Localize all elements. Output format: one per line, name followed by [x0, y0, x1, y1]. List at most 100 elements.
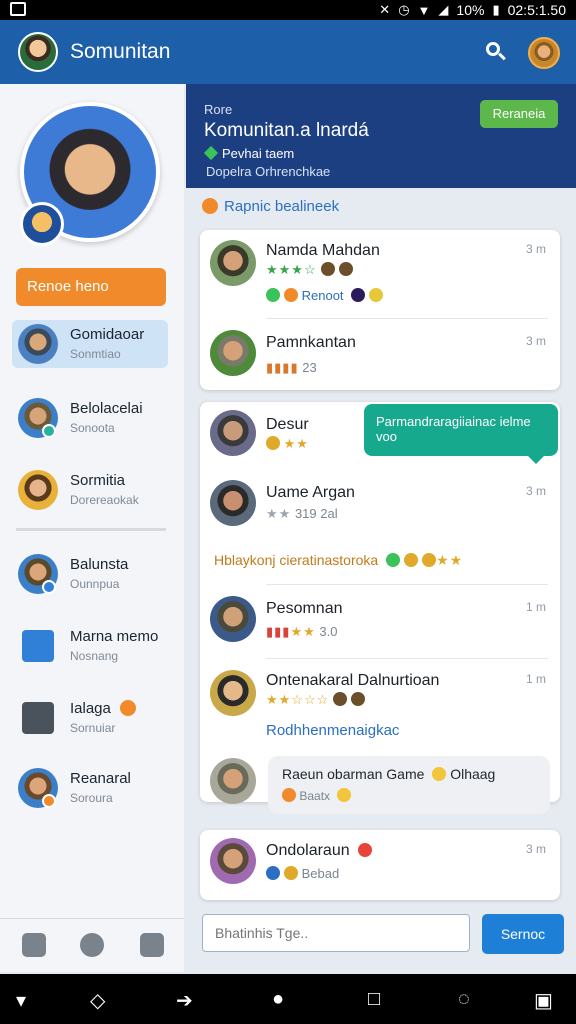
emoji-icon	[404, 553, 419, 567]
facebook-icon	[266, 866, 280, 880]
app-title: Somunitan	[70, 40, 171, 63]
sidebar-item-3[interactable]: Sormitia Dorereaokak	[12, 466, 168, 514]
message-bubble: Parmandraragiiainac ielme voo	[364, 404, 558, 464]
post-author: Pamnkantan	[266, 334, 356, 351]
header-eyebrow: Rore	[204, 102, 233, 117]
rating-stars-icon: ★★	[283, 436, 309, 451]
sidebar-item-sub: Dorereaokak	[70, 493, 139, 507]
emoji-icon	[320, 262, 335, 276]
sidebar-item-6[interactable]: Ialaga Sornuiar	[12, 694, 168, 742]
sidebar-item-2[interactable]: Belolacelai Sonoota	[12, 394, 168, 442]
app-avatar[interactable]	[18, 32, 58, 72]
sidebar-item-label: Balunsta	[70, 556, 129, 573]
sidebar-bottom-bar	[0, 918, 184, 972]
post-author: Pesomnan	[266, 600, 343, 617]
profile-badge-icon	[20, 202, 64, 246]
send-button[interactable]: Sernoc	[482, 914, 564, 954]
notification-badge-icon	[120, 700, 136, 716]
navigate-icon[interactable]: ◇	[90, 988, 105, 1013]
info-icon	[202, 198, 218, 214]
search-icon[interactable]	[484, 40, 508, 64]
sidebar-item-sub: Soroura	[70, 791, 113, 805]
rating-stars-icon: ★★	[266, 506, 292, 521]
recents-icon[interactable]: □	[368, 988, 380, 1011]
post-time: 3 m	[525, 842, 546, 856]
emoji-icon	[282, 788, 296, 802]
post-author: Desur	[266, 416, 309, 433]
post-author: Namda Mahdan	[266, 242, 380, 259]
emoji-icon	[358, 843, 373, 857]
sidebar-item-label: Sormitia	[70, 472, 126, 489]
app-bar: Somunitan	[0, 20, 576, 84]
image-icon	[10, 2, 26, 16]
composer: Sernoc	[186, 904, 576, 968]
home-tab-icon[interactable]	[22, 933, 46, 957]
message-input[interactable]	[202, 914, 470, 952]
post-meta: 319 2al	[294, 506, 338, 521]
chevron-down-icon[interactable]: ▾	[16, 988, 26, 1013]
emoji-icon	[338, 262, 353, 276]
signal-icon: ◢	[438, 2, 449, 17]
post-time: 3 m	[525, 334, 546, 348]
feed-card: Ondolaraun 3 m Bebad	[200, 830, 560, 900]
sidebar-cta-button[interactable]: Renoe heno	[16, 268, 166, 306]
avatar	[210, 670, 256, 716]
avatar	[210, 480, 256, 526]
post-author: Ontenakaral Dalnurtioan	[266, 672, 440, 689]
sidebar: Renoe heno Gomidaoar Sonmtiao Belolacela…	[0, 84, 184, 972]
sidebar-item-4[interactable]: Balunsta Ounnpua	[12, 550, 168, 598]
screenshot-icon[interactable]: ▣	[534, 988, 553, 1013]
sidebar-item-label: Gomidaoar	[70, 326, 145, 343]
post-time: 3 m	[525, 242, 546, 256]
user-avatar[interactable]	[528, 37, 560, 69]
follow-button[interactable]: Reraneia	[480, 100, 558, 128]
emoji-icon	[337, 788, 352, 802]
forward-icon[interactable]: ➔	[176, 988, 193, 1013]
post-author: Ondolaraun	[266, 842, 350, 859]
power-tab-icon[interactable]	[80, 933, 104, 957]
online-badge-icon	[42, 424, 56, 438]
sidebar-item-5[interactable]: Marna memo Nosnang	[12, 622, 168, 670]
inline-banner: Hblaykonj cieratinastoroka	[214, 552, 379, 568]
shield-icon	[22, 702, 54, 734]
sidebar-item-1[interactable]: Gomidaoar Sonmtiao	[12, 320, 168, 368]
inbox-tab-icon[interactable]	[140, 933, 164, 957]
assistant-icon[interactable]: ◌	[458, 988, 470, 1011]
post-link[interactable]: Rodhhenmenaigkac	[266, 722, 399, 739]
badge-icon	[266, 288, 280, 302]
check-icon	[369, 288, 384, 302]
emoji-icon	[432, 767, 447, 781]
gem-icon	[203, 145, 219, 161]
community-header: Rore Komunitan.a lnardá Pevhai taem Dope…	[186, 84, 576, 188]
rating-stars-icon: ★★☆☆☆	[266, 692, 330, 707]
sidebar-item-sub: Sonoota	[70, 421, 115, 435]
header-line-2: Dopelra Orhrenchkae	[206, 164, 331, 179]
sidebar-item-sub: Ounnpua	[70, 577, 120, 591]
header-line-1: Pevhai taem	[222, 146, 295, 161]
home-icon	[22, 630, 54, 662]
post-time: 3 m	[525, 484, 546, 498]
status-bar: ✕ ◷ ▼ ◢ 10% ▮ 02:5:1.50	[0, 0, 576, 20]
sidebar-item-label: Marna memo	[70, 628, 159, 645]
home-circle-icon[interactable]: ●	[272, 988, 284, 1011]
avatar	[210, 758, 256, 804]
rank-icon: ▮▮▮	[266, 624, 291, 639]
quoted-post[interactable]: Raeun obarman Game Olhaag Baatx	[268, 756, 550, 814]
post-meta: Bebad	[301, 866, 340, 881]
sidebar-item-label: Reanaral	[70, 770, 131, 787]
post-meta: 23	[302, 360, 317, 375]
quote-meta: Baatx	[299, 789, 331, 803]
emoji-icon	[333, 692, 348, 706]
avatar	[210, 596, 256, 642]
community-name: Komunitan.a lnardá	[204, 120, 369, 141]
post-author: Uame Argan	[266, 484, 355, 501]
rank-icon: ▮▮▮▮	[266, 360, 299, 375]
quote-text: Raeun obarman Game	[282, 766, 425, 782]
feed-card: Desur ★★ Uame Argan 3 m ★★ 319 2al Pesom…	[200, 402, 560, 804]
avatar	[210, 330, 256, 376]
post-time: 1 m	[525, 672, 546, 686]
sidebar-item-label: Belolacelai	[70, 400, 143, 417]
section-label: Rapnic bealineek	[202, 198, 339, 215]
sidebar-item-7[interactable]: Reanaral Soroura	[12, 764, 168, 812]
status-badge-icon	[42, 794, 56, 808]
